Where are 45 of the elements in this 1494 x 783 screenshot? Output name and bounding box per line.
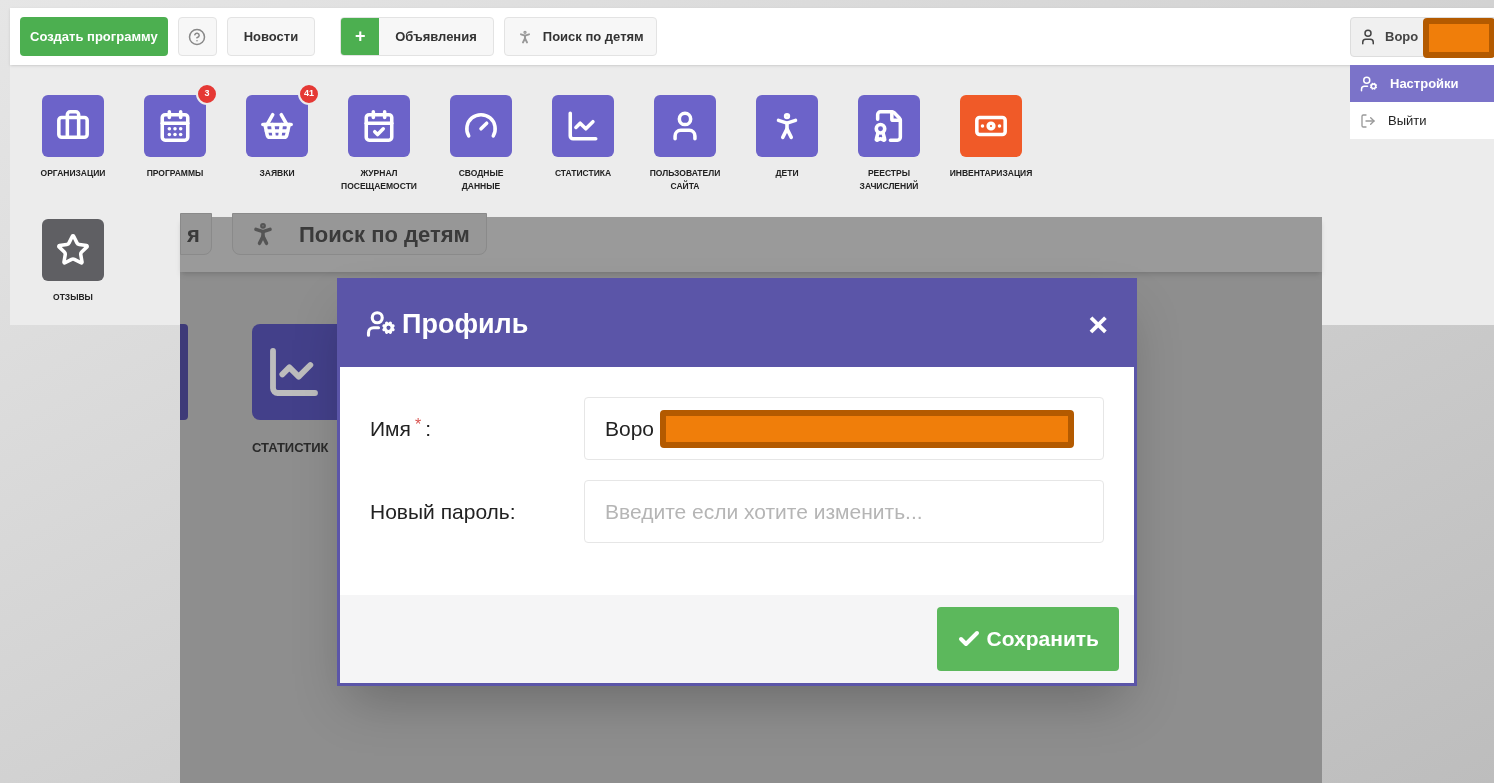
calendar-icon[interactable] (144, 95, 206, 157)
announcements-label[interactable]: Объявления (379, 18, 493, 55)
field-label: Новый пароль: (370, 498, 517, 525)
count-badge: 3 (196, 83, 218, 105)
tile-label[interactable]: ПРОГРАММЫ (146, 167, 204, 180)
tile-label[interactable]: ОРГАНИЗАЦИИ (40, 167, 106, 180)
gauge-icon[interactable] (450, 95, 512, 157)
briefcase-icon[interactable] (42, 95, 104, 157)
calendar-check-icon[interactable] (348, 95, 410, 157)
text-input[interactable]: Введите если хотите изменить... (605, 495, 1083, 528)
cut-button[interactable]: я (180, 213, 212, 255)
close-button[interactable]: × (1088, 307, 1108, 341)
logout-icon (1360, 112, 1376, 129)
tile-label[interactable]: СТАТИСТИКА (554, 167, 612, 180)
tile-label[interactable]: ОТЗЫВЫ (53, 291, 93, 304)
children-search-button[interactable]: Поиск по детям (232, 213, 487, 255)
tile-label[interactable]: ДЕТИ (775, 167, 799, 180)
tile-label[interactable]: СВОДНЫЕ ДАННЫЕ (458, 167, 504, 193)
banknote-icon[interactable] (960, 95, 1022, 157)
announcements-button[interactable]: + Объявления (340, 17, 494, 56)
dialog-title: Профиль (402, 307, 529, 341)
chart-icon[interactable] (552, 95, 614, 157)
user-icon (1359, 27, 1377, 46)
user-button[interactable]: Воро (1350, 16, 1494, 57)
tile-label[interactable]: ПОЛЬЗОВАТЕЛИ САЙТА (649, 167, 721, 193)
child-figure-icon[interactable] (756, 95, 818, 157)
text-field[interactable]: Введите если хотите изменить... (584, 480, 1104, 543)
user-settings-icon (366, 309, 396, 339)
menu-item[interactable]: Настройки (1350, 65, 1494, 102)
document-badge-icon[interactable] (858, 95, 920, 157)
user-settings-icon (1360, 74, 1378, 93)
basket-icon[interactable] (246, 95, 308, 157)
news-button[interactable]: Новости (226, 17, 316, 56)
tile-label[interactable]: РЕЕСТРЫ ЗАЧИСЛЕНИЙ (859, 167, 919, 193)
children-search-button[interactable]: Поиск по детям (503, 17, 657, 56)
tile-label[interactable]: ЖУРНАЛ ПОСЕЩАЕМОСТИ (341, 167, 417, 193)
tile-label[interactable]: ЗАЯВКИ (259, 167, 295, 180)
count-badge: 41 (298, 83, 320, 105)
user-icon[interactable] (654, 95, 716, 157)
help-icon (188, 27, 207, 46)
text-input[interactable]: Воро (605, 412, 662, 445)
text-field[interactable]: Воро (584, 397, 1104, 460)
tile-label[interactable]: ИНВЕНТАРИЗАЦИЯ (949, 167, 1033, 180)
help-button[interactable] (177, 17, 217, 56)
field-label: Имя * : (370, 414, 432, 442)
